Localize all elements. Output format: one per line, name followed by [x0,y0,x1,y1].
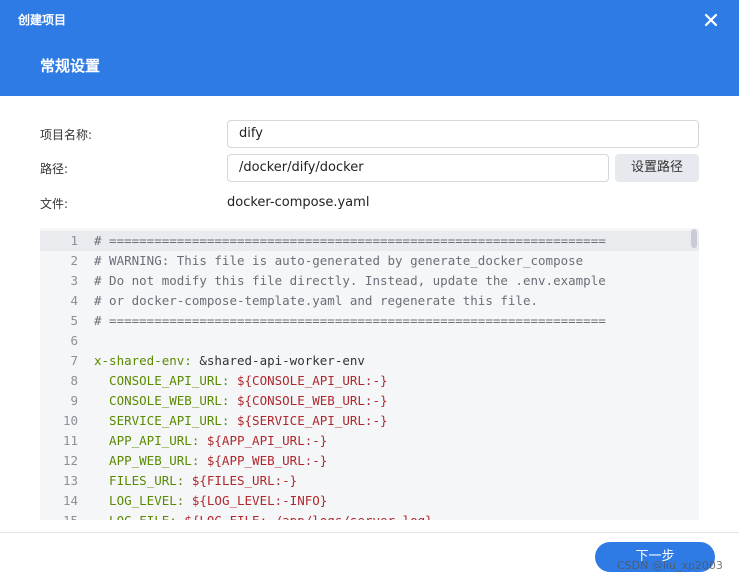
code-text: LOG_FILE: ${LOG_FILE:-/app/logs/server.l… [94,511,433,520]
dialog-header: 创建项目 常规设置 [0,0,739,96]
code-text: x-shared-env: &shared-api-worker-env [94,351,365,371]
code-line: 11 APP_API_URL: ${APP_API_URL:-} [40,431,699,451]
code-text: # ======================================… [94,231,606,251]
code-text: CONSOLE_WEB_URL: ${CONSOLE_WEB_URL:-} [94,391,388,411]
project-name-label: 项目名称: [40,128,93,142]
code-token: LOG_LEVEL: [94,493,185,508]
code-token: x-shared-env: [94,353,192,368]
code-line: 9 CONSOLE_WEB_URL: ${CONSOLE_WEB_URL:-} [40,391,699,411]
code-line: 2 # WARNING: This file is auto-generated … [40,251,699,271]
set-path-button[interactable]: 设置路径 [615,154,699,182]
line-number: 4 [70,293,78,308]
code-token: ${SERVICE_API_URL:-} [229,413,388,428]
code-line: 5 # =====================================… [40,311,699,331]
code-token: # or docker-compose-template.yaml and re… [94,293,539,308]
watermark: CSDN @liu_xp2003 [617,559,723,572]
code-token: CONSOLE_API_URL: [94,373,230,388]
code-token: ${CONSOLE_WEB_URL:-} [229,393,388,408]
code-token: # WARNING: This file is auto-generated b… [94,253,584,268]
line-number: 14 [62,493,78,508]
code-text: # WARNING: This file is auto-generated b… [94,251,583,271]
footer-divider [0,532,739,533]
code-token: ${LOG_LEVEL:-INFO} [184,493,328,508]
code-text: APP_API_URL: ${APP_API_URL:-} [94,431,327,451]
code-token: # ======================================… [94,233,606,248]
code-token: ${LOG_FILE:-/app/logs/server.log} [177,513,432,520]
code-line: 8 CONSOLE_API_URL: ${CONSOLE_API_URL:-} [40,371,699,391]
file-name: docker-compose.yaml [227,195,370,210]
code-line: 6 [40,331,699,351]
line-number: 10 [62,413,78,428]
line-number: 8 [70,373,78,388]
line-number: 13 [62,473,78,488]
code-text: CONSOLE_API_URL: ${CONSOLE_API_URL:-} [94,371,388,391]
section-heading: 常规设置 [40,57,101,75]
editor-scrollbar[interactable] [691,229,697,248]
line-number: 3 [70,273,78,288]
code-token: # Do not modify this file directly. Inst… [94,273,606,288]
code-token: APP_WEB_URL: [94,453,200,468]
code-text: FILES_URL: ${FILES_URL:-} [94,471,297,491]
path-label: 路径: [40,162,69,176]
code-text: SERVICE_API_URL: ${SERVICE_API_URL:-} [94,411,388,431]
code-line: 15 LOG_FILE: ${LOG_FILE:-/app/logs/serve… [40,511,699,520]
file-label: 文件: [40,197,69,211]
code-token: ${FILES_URL:-} [184,473,298,488]
code-line: 4 # or docker-compose-template.yaml and r… [40,291,699,311]
code-text: # ======================================… [94,311,606,331]
line-number: 12 [62,453,78,468]
code-text: APP_WEB_URL: ${APP_WEB_URL:-} [94,451,327,471]
code-token: # ======================================… [94,313,606,328]
dialog-title: 创建项目 [18,13,67,27]
code-token: ${APP_API_URL:-} [199,433,328,448]
code-line: 7 x-shared-env: &shared-api-worker-env [40,351,699,371]
close-icon [704,13,718,27]
line-number: 7 [70,353,78,368]
line-number: 6 [70,333,78,348]
code-token: SERVICE_API_URL: [94,413,230,428]
line-number: 15 [40,511,78,520]
code-text: # or docker-compose-template.yaml and re… [94,291,538,311]
code-token: LOG_FILE: [94,513,177,520]
line-number: 5 [70,313,78,328]
line-number: 11 [62,433,78,448]
code-token: ${APP_WEB_URL:-} [199,453,328,468]
code-line: 12 APP_WEB_URL: ${APP_WEB_URL:-} [40,451,699,471]
project-name-input[interactable]: dify [227,120,699,148]
code-line: 1 # =====================================… [40,231,699,251]
code-line: 13 FILES_URL: ${FILES_URL:-} [40,471,699,491]
path-input[interactable]: /docker/dify/docker [227,154,609,182]
close-button[interactable] [702,11,720,29]
line-number: 2 [70,253,78,268]
code-line: 3 # Do not modify this file directly. Ins… [40,271,699,291]
code-token: &shared-api-worker-env [191,353,365,368]
line-number: 1 [70,233,78,248]
code-token: ${CONSOLE_API_URL:-} [229,373,388,388]
code-line: 10 SERVICE_API_URL: ${SERVICE_API_URL:-} [40,411,699,431]
code-text: # Do not modify this file directly. Inst… [94,271,606,291]
line-number: 9 [70,393,78,408]
code-text: LOG_LEVEL: ${LOG_LEVEL:-INFO} [94,491,327,511]
code-token: FILES_URL: [94,473,185,488]
code-token: CONSOLE_WEB_URL: [94,393,230,408]
code-token: APP_API_URL: [94,433,200,448]
code-line: 14 LOG_LEVEL: ${LOG_LEVEL:-INFO} [40,491,699,511]
code-editor[interactable]: 1 # =====================================… [40,228,699,520]
